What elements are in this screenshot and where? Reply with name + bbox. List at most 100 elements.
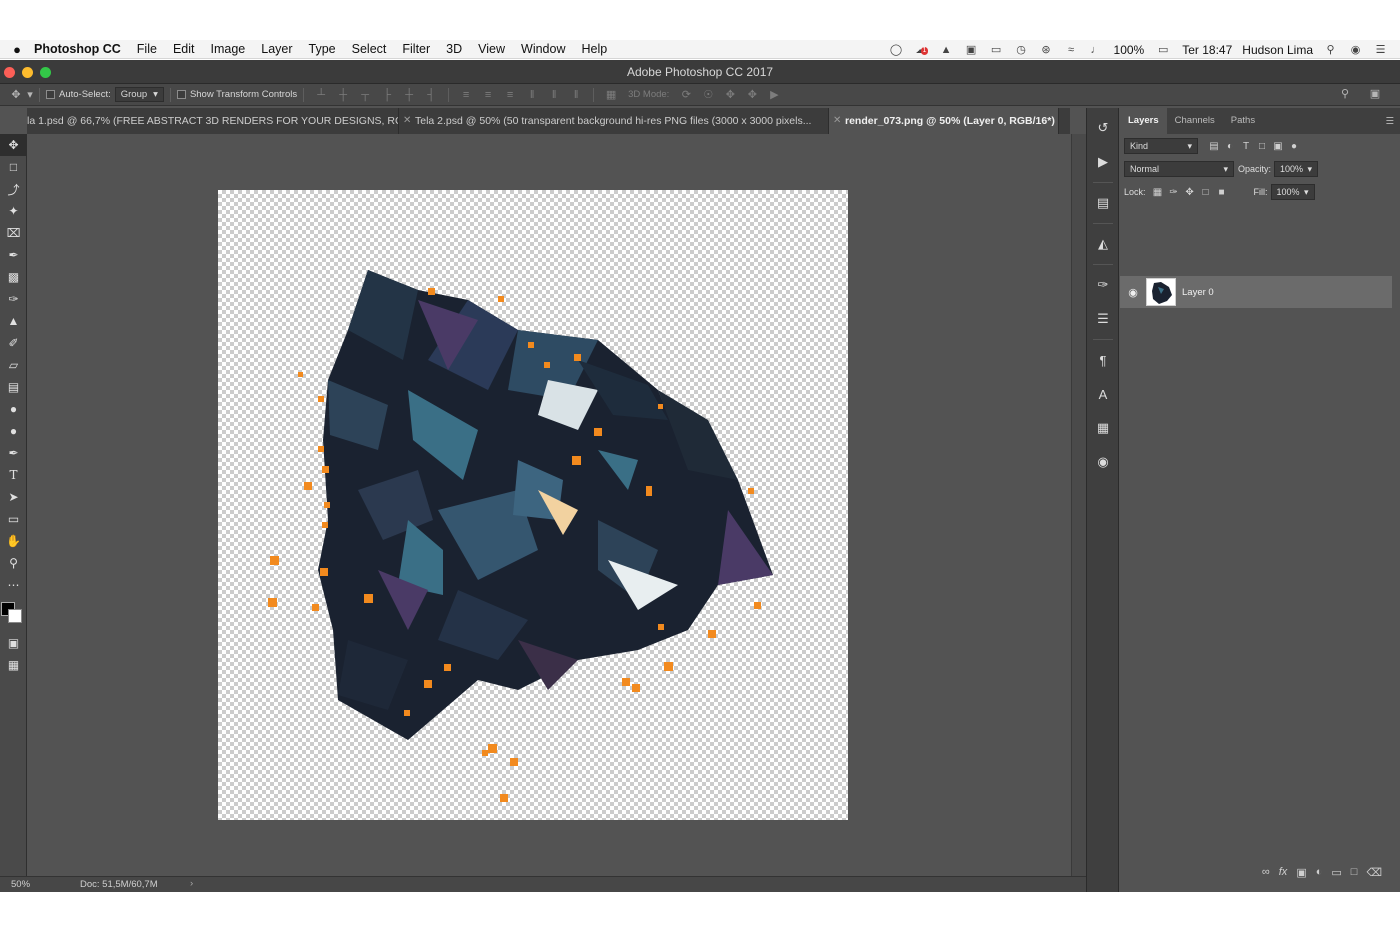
- paragraph-panel-icon[interactable]: ¶: [1087, 346, 1119, 374]
- distribute-bottom-icon[interactable]: ≡: [504, 89, 516, 101]
- screen-icon[interactable]: ▣: [964, 43, 979, 56]
- document-canvas[interactable]: [218, 190, 848, 820]
- zoom-level[interactable]: 50%: [11, 879, 30, 890]
- filter-smart-object-icon[interactable]: ▣: [1270, 141, 1286, 152]
- chevron-down-icon[interactable]: ▾: [27, 89, 33, 101]
- panel-menu-icon[interactable]: ☰: [1385, 116, 1394, 127]
- 3d-slide-icon[interactable]: ✥: [746, 89, 758, 101]
- menu-select[interactable]: Select: [352, 42, 387, 56]
- healing-brush-tool[interactable]: ▩: [0, 266, 27, 288]
- zoom-tool[interactable]: ⚲: [0, 552, 27, 574]
- new-group-icon[interactable]: ▭: [1331, 866, 1341, 879]
- 3d-rotate-icon[interactable]: ⟳: [680, 89, 692, 101]
- 3d-pan-icon[interactable]: ✥: [724, 89, 736, 101]
- show-transform-checkbox[interactable]: Show Transform Controls: [176, 89, 297, 100]
- quick-mask-icon[interactable]: ▣: [0, 632, 27, 654]
- glyphs-panel-icon[interactable]: ▦: [1087, 414, 1119, 442]
- apple-icon[interactable]: ●: [0, 42, 34, 57]
- clock[interactable]: Ter 18:47: [1182, 43, 1232, 57]
- adjustments-panel-icon[interactable]: ◭: [1087, 230, 1119, 258]
- opacity-input[interactable]: 100% ▾: [1274, 161, 1319, 177]
- tab-doc-1[interactable]: la 1.psd @ 66,7% (FREE ABSTRACT 3D RENDE…: [27, 108, 399, 134]
- distribute-vcenter-icon[interactable]: ≡: [482, 89, 494, 101]
- align-left-icon[interactable]: ├: [381, 89, 393, 101]
- lasso-tool[interactable]: ⤴: [0, 178, 27, 200]
- filter-pixel-icon[interactable]: ▤: [1206, 141, 1222, 152]
- volume-icon[interactable]: ♩: [1089, 43, 1104, 56]
- distribute-left-icon[interactable]: ‖: [526, 89, 538, 101]
- gradient-tool[interactable]: ▤: [0, 376, 27, 398]
- align-hcenter-icon[interactable]: ┼: [403, 89, 415, 101]
- background-color-swatch[interactable]: [8, 609, 22, 623]
- menu-view[interactable]: View: [478, 42, 505, 56]
- align-top-icon[interactable]: ┴: [315, 89, 327, 101]
- eraser-tool[interactable]: ▱: [0, 354, 27, 376]
- filter-adjustment-icon[interactable]: ◐: [1222, 141, 1238, 152]
- tab-doc-2[interactable]: ✕ Tela 2.psd @ 50% (50 transparent backgr…: [399, 108, 829, 134]
- close-tab-icon[interactable]: ✕: [403, 108, 411, 134]
- time-machine-icon[interactable]: ◷: [1014, 43, 1029, 56]
- move-tool-icon[interactable]: ✥: [10, 89, 22, 101]
- eyedropper-tool[interactable]: ✒: [0, 244, 27, 266]
- tab-channels[interactable]: Channels: [1167, 108, 1223, 134]
- notification-center-icon[interactable]: ☰: [1373, 43, 1388, 56]
- filter-shape-icon[interactable]: □: [1254, 141, 1270, 152]
- checkbox-box[interactable]: [176, 90, 186, 99]
- filter-kind-dropdown[interactable]: Kind ▾: [1124, 138, 1198, 154]
- magic-wand-tool[interactable]: ✦: [0, 200, 27, 222]
- bluetooth-icon[interactable]: ⊛: [1039, 43, 1054, 56]
- screen-mode-icon[interactable]: ▦: [0, 654, 27, 676]
- align-right-icon[interactable]: ┤: [425, 89, 437, 101]
- tab-paths[interactable]: Paths: [1223, 108, 1263, 134]
- battery-icon[interactable]: ▭: [1154, 43, 1172, 56]
- pen-tool[interactable]: ✒: [0, 442, 27, 464]
- lock-all-icon[interactable]: ■: [1214, 187, 1230, 198]
- brush-presets-icon[interactable]: ☰: [1087, 305, 1119, 333]
- menu-image[interactable]: Image: [211, 42, 246, 56]
- menu-layer[interactable]: Layer: [261, 42, 292, 56]
- history-panel-icon[interactable]: ↺: [1087, 114, 1119, 142]
- clone-stamp-tool[interactable]: ▲: [0, 310, 27, 332]
- add-mask-icon[interactable]: ▣: [1296, 866, 1306, 879]
- blend-mode-dropdown[interactable]: Normal ▾: [1124, 161, 1234, 177]
- path-selection-tool[interactable]: ➤: [0, 486, 27, 508]
- chevron-right-icon[interactable]: ›: [190, 878, 193, 889]
- trash-icon[interactable]: ⌫: [1366, 866, 1382, 879]
- lock-transparent-icon[interactable]: ▦: [1150, 187, 1166, 198]
- siri-icon[interactable]: ◉: [1348, 43, 1363, 56]
- link-layers-icon[interactable]: ∞: [1262, 866, 1270, 878]
- hand-tool[interactable]: ✋: [0, 530, 27, 552]
- 3d-scale-icon[interactable]: ▶: [768, 89, 780, 101]
- doc-size-info[interactable]: Doc: 51,5M/60,7M: [80, 879, 158, 890]
- user-name[interactable]: Hudson Lima: [1242, 43, 1313, 57]
- brush-settings-icon[interactable]: ✑: [1087, 271, 1119, 299]
- more-tools-icon[interactable]: ⋯: [0, 574, 27, 596]
- lock-image-icon[interactable]: ✑: [1166, 187, 1182, 198]
- menu-file[interactable]: File: [137, 42, 157, 56]
- menu-filter[interactable]: Filter: [402, 42, 430, 56]
- vertical-scrollbar[interactable]: [1071, 134, 1086, 876]
- actions-panel-icon[interactable]: ▶: [1087, 148, 1119, 176]
- new-layer-icon[interactable]: □: [1351, 866, 1358, 878]
- menu-type[interactable]: Type: [309, 42, 336, 56]
- tab-doc-3[interactable]: ✕ render_073.png @ 50% (Layer 0, RGB/16*): [829, 108, 1059, 134]
- menu-edit[interactable]: Edit: [173, 42, 195, 56]
- close-tab-icon[interactable]: ✕: [833, 108, 841, 134]
- 3d-roll-icon[interactable]: ☉: [702, 89, 714, 101]
- canvas-area[interactable]: [28, 134, 1071, 876]
- character-panel-icon[interactable]: A: [1087, 380, 1119, 408]
- align-vcenter-icon[interactable]: ┼: [337, 89, 349, 101]
- dodge-tool[interactable]: ●: [0, 420, 27, 442]
- battery-percent[interactable]: 100%: [1114, 43, 1145, 57]
- libraries-panel-icon[interactable]: ▤: [1087, 189, 1119, 217]
- auto-select-checkbox[interactable]: Auto-Select:: [46, 89, 111, 100]
- creative-cloud-icon[interactable]: ☁1: [914, 43, 929, 56]
- adjustment-layer-icon[interactable]: ◐: [1316, 866, 1323, 878]
- airplay-icon[interactable]: ▭: [989, 43, 1004, 56]
- menu-window[interactable]: Window: [521, 42, 565, 56]
- lock-artboard-icon[interactable]: □: [1198, 187, 1214, 198]
- distribute-hcenter-icon[interactable]: ‖: [548, 89, 560, 101]
- filter-toggle-icon[interactable]: ●: [1286, 141, 1302, 152]
- filter-type-icon[interactable]: T: [1238, 141, 1254, 152]
- type-tool[interactable]: T: [0, 464, 27, 486]
